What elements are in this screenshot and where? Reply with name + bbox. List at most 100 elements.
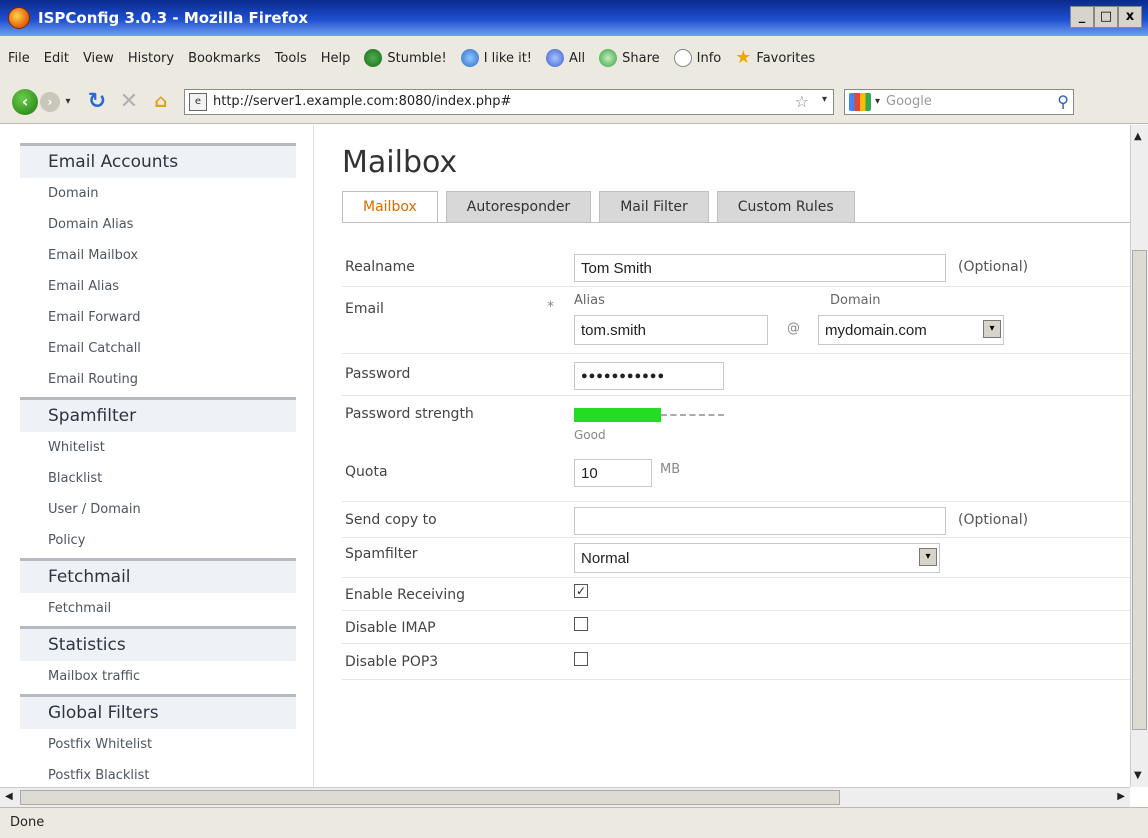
sidebar-item-mailbox-traffic[interactable]: Mailbox traffic bbox=[20, 661, 296, 692]
enable-receiving-label: Enable Receiving bbox=[345, 587, 465, 603]
minimize-button[interactable]: _ bbox=[1070, 6, 1094, 28]
scroll-down-icon[interactable]: ▼ bbox=[1134, 770, 1142, 781]
scroll-left-icon[interactable]: ◀ bbox=[5, 791, 13, 802]
menu-help[interactable]: Help bbox=[321, 51, 351, 66]
search-box[interactable]: ▾ Google ⚲ bbox=[844, 88, 1074, 115]
maximize-button[interactable]: □ bbox=[1094, 6, 1118, 28]
send-copy-row: Send copy to (Optional) bbox=[342, 502, 1130, 538]
star-icon: ★ bbox=[735, 47, 752, 68]
search-placeholder[interactable]: Google bbox=[886, 94, 932, 109]
password-strength-fill bbox=[574, 408, 661, 422]
history-dropdown-icon[interactable]: ▾ bbox=[62, 89, 74, 115]
disable-pop3-label: Disable POP3 bbox=[345, 654, 439, 670]
sidebar-section-statistics: Statistics bbox=[20, 626, 296, 661]
sidebar-item-email-mailbox[interactable]: Email Mailbox bbox=[20, 240, 296, 271]
url-dropdown-icon[interactable]: ▾ bbox=[822, 94, 827, 105]
domain-dropdown-icon[interactable]: ▾ bbox=[983, 320, 1001, 338]
thumbs-up-icon bbox=[460, 49, 479, 67]
sidebar-item-postfix-whitelist[interactable]: Postfix Whitelist bbox=[20, 729, 296, 760]
main-panel: Mailbox Mailbox Autoresponder Mail Filte… bbox=[313, 125, 1130, 787]
domain-label: Domain bbox=[830, 293, 881, 308]
sidebar: Email Accounts Domain Domain Alias Email… bbox=[20, 143, 296, 787]
scroll-right-icon[interactable]: ▶ bbox=[1117, 791, 1125, 802]
navigation-toolbar: ‹ › ▾ ↻ ✕ ⌂ e http://server1.example.com… bbox=[0, 80, 1148, 124]
menu-bookmarks[interactable]: Bookmarks bbox=[188, 51, 261, 66]
vertical-scroll-thumb[interactable] bbox=[1132, 250, 1147, 730]
search-icon[interactable]: ⚲ bbox=[1057, 92, 1069, 111]
enable-receiving-row: Enable Receiving ✓ bbox=[342, 578, 1130, 611]
sidebar-item-domain-alias[interactable]: Domain Alias bbox=[20, 209, 296, 240]
sidebar-item-fetchmail[interactable]: Fetchmail bbox=[20, 593, 296, 624]
close-button[interactable]: x bbox=[1118, 6, 1142, 28]
search-engine-dropdown-icon[interactable]: ▾ bbox=[875, 96, 880, 107]
tab-mail-filter[interactable]: Mail Filter bbox=[599, 191, 709, 223]
status-text: Done bbox=[10, 815, 45, 830]
send-copy-input[interactable] bbox=[574, 507, 946, 535]
scroll-up-icon[interactable]: ▲ bbox=[1134, 131, 1142, 142]
sidebar-item-email-catchall[interactable]: Email Catchall bbox=[20, 333, 296, 364]
sidebar-item-email-alias[interactable]: Email Alias bbox=[20, 271, 296, 302]
info-button[interactable]: Info bbox=[673, 49, 721, 67]
home-icon[interactable]: ⌂ bbox=[148, 89, 174, 115]
menu-tools[interactable]: Tools bbox=[275, 51, 307, 66]
reload-icon[interactable]: ↻ bbox=[84, 89, 110, 115]
stumble-button[interactable]: Stumble! bbox=[364, 49, 447, 67]
spamfilter-dropdown-icon[interactable]: ▾ bbox=[919, 548, 937, 566]
back-button[interactable]: ‹ bbox=[12, 88, 38, 115]
quota-row: Quota 10 MB bbox=[342, 448, 1130, 502]
tab-mailbox[interactable]: Mailbox bbox=[342, 191, 438, 223]
horizontal-scrollbar[interactable]: ◀ ▶ bbox=[0, 787, 1130, 807]
disable-pop3-checkbox[interactable] bbox=[574, 652, 588, 666]
menu-view[interactable]: View bbox=[83, 51, 114, 66]
password-input[interactable]: ●●●●●●●●●●● bbox=[574, 362, 724, 390]
sidebar-item-policy[interactable]: Policy bbox=[20, 525, 296, 556]
quota-input[interactable]: 10 bbox=[574, 459, 652, 487]
spamfilter-label: Spamfilter bbox=[345, 546, 418, 562]
password-label: Password bbox=[345, 366, 411, 382]
share-button[interactable]: Share bbox=[599, 49, 660, 67]
all-button[interactable]: All bbox=[546, 49, 585, 67]
bookmark-star-icon[interactable]: ☆ bbox=[795, 92, 809, 111]
enable-receiving-checkbox[interactable]: ✓ bbox=[574, 584, 588, 598]
domain-select[interactable]: mydomain.com ▾ bbox=[818, 315, 1004, 345]
sidebar-section-email-accounts: Email Accounts bbox=[20, 143, 296, 178]
search-engine-icon[interactable] bbox=[849, 92, 871, 111]
vertical-scrollbar[interactable]: ▲ ▼ bbox=[1130, 125, 1148, 787]
sidebar-item-email-routing[interactable]: Email Routing bbox=[20, 364, 296, 395]
email-row: Email * Alias tom.smith @ Domain mydomai… bbox=[342, 287, 1130, 354]
menu-history[interactable]: History bbox=[128, 51, 174, 66]
url-text[interactable]: http://server1.example.com:8080/index.ph… bbox=[213, 94, 511, 109]
email-required-mark: * bbox=[547, 299, 554, 315]
password-strength-label: Password strength bbox=[345, 406, 474, 422]
disable-imap-checkbox[interactable] bbox=[574, 617, 588, 631]
sidebar-item-user-domain[interactable]: User / Domain bbox=[20, 494, 296, 525]
tab-custom-rules[interactable]: Custom Rules bbox=[716, 191, 855, 223]
menu-edit[interactable]: Edit bbox=[44, 51, 69, 66]
address-bar[interactable]: e http://server1.example.com:8080/index.… bbox=[184, 88, 834, 115]
sidebar-item-domain[interactable]: Domain bbox=[20, 178, 296, 209]
tab-autoresponder[interactable]: Autoresponder bbox=[445, 191, 592, 223]
realname-row: Realname Tom Smith (Optional) bbox=[342, 245, 1130, 287]
sidebar-item-whitelist[interactable]: Whitelist bbox=[20, 432, 296, 463]
stop-icon[interactable]: ✕ bbox=[116, 89, 142, 115]
like-button[interactable]: I like it! bbox=[460, 49, 532, 67]
window-title-bar: ISPConfig 3.0.3 - Mozilla Firefox _ □ x bbox=[0, 0, 1148, 36]
alias-label: Alias bbox=[574, 293, 605, 308]
favorites-button[interactable]: ★ Favorites bbox=[735, 49, 815, 67]
spamfilter-select-value: Normal bbox=[581, 549, 630, 567]
alias-input[interactable]: tom.smith bbox=[574, 315, 768, 345]
quota-unit: MB bbox=[660, 462, 681, 477]
realname-input[interactable]: Tom Smith bbox=[574, 254, 946, 282]
sidebar-item-postfix-blacklist[interactable]: Postfix Blacklist bbox=[20, 760, 296, 787]
sidebar-item-email-forward[interactable]: Email Forward bbox=[20, 302, 296, 333]
firefox-icon bbox=[8, 7, 30, 29]
quota-label: Quota bbox=[345, 464, 388, 480]
info-bubble-icon bbox=[673, 49, 692, 67]
forward-button[interactable]: › bbox=[40, 91, 60, 112]
spamfilter-select[interactable]: Normal ▾ bbox=[574, 543, 940, 573]
menu-file[interactable]: File bbox=[8, 51, 30, 66]
sidebar-section-global-filters: Global Filters bbox=[20, 694, 296, 729]
sidebar-item-blacklist[interactable]: Blacklist bbox=[20, 463, 296, 494]
site-identity-icon[interactable]: e bbox=[189, 92, 207, 111]
horizontal-scroll-thumb[interactable] bbox=[20, 790, 840, 805]
